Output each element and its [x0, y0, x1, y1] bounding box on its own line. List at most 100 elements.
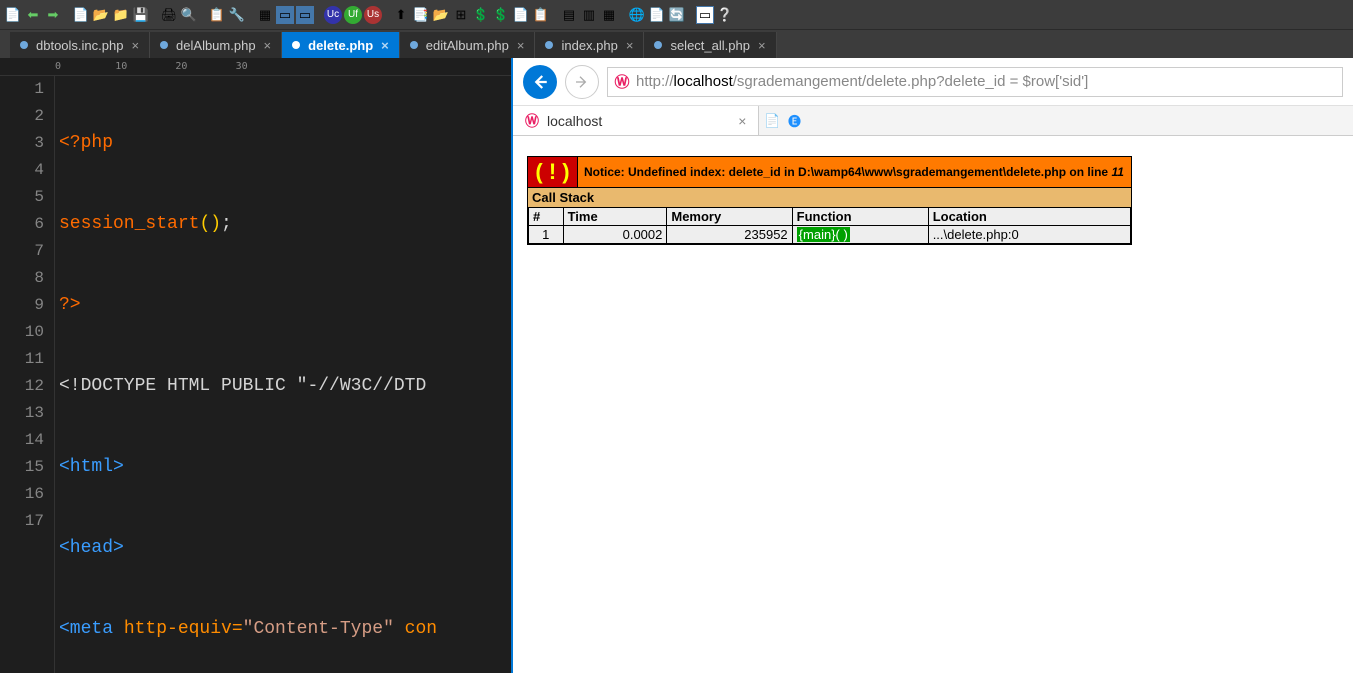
panel3-icon[interactable]: ▭	[696, 6, 714, 24]
xdebug-box: ( ! ) Notice: Undefined index: delete_id…	[527, 156, 1132, 245]
arrow-right-icon	[574, 74, 590, 90]
misc5-icon[interactable]: 💲	[472, 6, 490, 24]
th-function: Function	[792, 208, 928, 226]
folder-icon[interactable]: 📁	[112, 6, 130, 24]
browser-tab-close-icon[interactable]: ×	[738, 113, 746, 129]
panel2-icon[interactable]: ▭	[296, 6, 314, 24]
preview-icon[interactable]: 🔍	[180, 6, 198, 24]
doc2-icon[interactable]: 📄	[648, 6, 666, 24]
callstack-table: # Time Memory Function Location 1 0.0002…	[528, 207, 1131, 244]
wamp-icon: Ⓦ	[614, 74, 630, 90]
cell-num: 1	[529, 226, 564, 244]
xdebug-header: ( ! ) Notice: Undefined index: delete_id…	[528, 157, 1131, 187]
misc7-icon[interactable]: 📄	[512, 6, 530, 24]
callstack-label: Call Stack	[528, 187, 1131, 207]
new-file-icon[interactable]: 📄	[4, 6, 22, 24]
modified-dot-icon	[292, 41, 300, 49]
new-tab-icon[interactable]: 📄	[763, 112, 781, 130]
browser-mini-toolbar: 📄 🅔	[759, 112, 807, 130]
help-icon[interactable]: ❔	[716, 6, 734, 24]
th-time: Time	[563, 208, 667, 226]
badge-c-icon[interactable]: Uc	[324, 6, 342, 24]
wamp-icon: Ⓦ	[525, 111, 539, 131]
main-split: 0 10 20 30 1234567891011121314151617 <?p…	[0, 58, 1353, 673]
badge-s-icon[interactable]: Us	[364, 6, 382, 24]
tab-label: index.php	[561, 38, 617, 53]
nav-back-icon[interactable]: ⬅	[24, 6, 42, 24]
cell-location: ...\delete.php:0	[928, 226, 1130, 244]
save-icon[interactable]: 💾	[132, 6, 150, 24]
browser-pane: Ⓦ http://localhost/sgrademangement/delet…	[513, 58, 1353, 673]
tab-delete[interactable]: delete.php ×	[282, 32, 400, 58]
refresh-icon[interactable]: 🔄	[668, 6, 686, 24]
modified-dot-icon	[654, 41, 662, 49]
main-toolbar: 📄 ⬅ ➡ 📄 📂 📁 💾 🖨 🔍 📋 🔧 ▦ ▭ ▭ Uc Uf Us ⬆ 📑…	[0, 0, 1353, 30]
tool2-icon[interactable]: 🔧	[228, 6, 246, 24]
modified-dot-icon	[160, 41, 168, 49]
table-row: 1 0.0002 235952 {main}( ) ...\delete.php…	[529, 226, 1131, 244]
url-text: http://localhost/sgrademangement/delete.…	[636, 73, 1088, 90]
open-icon[interactable]: 📂	[92, 6, 110, 24]
view1-icon[interactable]: ▤	[560, 6, 578, 24]
misc2-icon[interactable]: 📑	[412, 6, 430, 24]
th-num: #	[529, 208, 564, 226]
misc8-icon[interactable]: 📋	[532, 6, 550, 24]
arrow-left-icon	[531, 73, 549, 91]
tab-close-icon[interactable]: ×	[517, 38, 525, 53]
browser-content: ( ! ) Notice: Undefined index: delete_id…	[513, 136, 1353, 673]
browser-tab-bar: Ⓦ localhost × 📄 🅔	[513, 106, 1353, 136]
tab-label: delete.php	[308, 38, 373, 53]
view3-icon[interactable]: ▦	[600, 6, 618, 24]
tab-delalbum[interactable]: delAlbum.php ×	[150, 32, 282, 58]
panel1-icon[interactable]: ▭	[276, 6, 294, 24]
tab-editalbum[interactable]: editAlbum.php ×	[400, 32, 536, 58]
misc6-icon[interactable]: 💲	[492, 6, 510, 24]
cell-memory: 235952	[667, 226, 792, 244]
misc4-icon[interactable]: ⊞	[452, 6, 470, 24]
warning-icon: ( ! )	[528, 157, 578, 187]
misc3-icon[interactable]: 📂	[432, 6, 450, 24]
tab-close-icon[interactable]: ×	[758, 38, 766, 53]
cell-time: 0.0002	[563, 226, 667, 244]
tab-close-icon[interactable]: ×	[131, 38, 139, 53]
ie-icon[interactable]: 🅔	[785, 112, 803, 130]
tab-dbtools[interactable]: dbtools.inc.php ×	[10, 32, 150, 58]
browser-nav: Ⓦ http://localhost/sgrademangement/delet…	[513, 58, 1353, 106]
globe-icon[interactable]: 🌐	[628, 6, 646, 24]
browser-tab-title: localhost	[547, 113, 602, 129]
ruler: 0 10 20 30	[0, 58, 511, 76]
editor-body[interactable]: 1234567891011121314151617 <?php session_…	[0, 76, 511, 673]
line-gutter: 1234567891011121314151617	[0, 76, 55, 673]
xdebug-message: Notice: Undefined index: delete_id in D:…	[578, 165, 1130, 179]
nav-fwd-icon[interactable]: ➡	[44, 6, 62, 24]
file-tab-bar: dbtools.inc.php × delAlbum.php × delete.…	[0, 30, 1353, 58]
modified-dot-icon	[20, 41, 28, 49]
modified-dot-icon	[545, 41, 553, 49]
back-button[interactable]	[523, 65, 557, 99]
grid-icon[interactable]: ▦	[256, 6, 274, 24]
badge-f-icon[interactable]: Uf	[344, 6, 362, 24]
tool1-icon[interactable]: 📋	[208, 6, 226, 24]
function-link[interactable]: {main}( )	[797, 227, 850, 242]
browser-tab[interactable]: Ⓦ localhost ×	[513, 106, 759, 135]
tab-selectall[interactable]: select_all.php ×	[644, 32, 776, 58]
tab-label: editAlbum.php	[426, 38, 509, 53]
doc-icon[interactable]: 📄	[72, 6, 90, 24]
th-location: Location	[928, 208, 1130, 226]
view2-icon[interactable]: ▥	[580, 6, 598, 24]
tab-close-icon[interactable]: ×	[626, 38, 634, 53]
th-memory: Memory	[667, 208, 792, 226]
cell-function: {main}( )	[792, 226, 928, 244]
print-icon[interactable]: 🖨	[160, 6, 178, 24]
modified-dot-icon	[410, 41, 418, 49]
tab-close-icon[interactable]: ×	[264, 38, 272, 53]
misc1-icon[interactable]: ⬆	[392, 6, 410, 24]
tab-close-icon[interactable]: ×	[381, 38, 389, 53]
url-bar[interactable]: Ⓦ http://localhost/sgrademangement/delet…	[607, 67, 1343, 97]
forward-button[interactable]	[565, 65, 599, 99]
tab-label: delAlbum.php	[176, 38, 256, 53]
tab-label: select_all.php	[670, 38, 750, 53]
code-area[interactable]: <?php session_start(); ?> <!DOCTYPE HTML…	[55, 76, 511, 673]
tab-label: dbtools.inc.php	[36, 38, 123, 53]
tab-index[interactable]: index.php ×	[535, 32, 644, 58]
